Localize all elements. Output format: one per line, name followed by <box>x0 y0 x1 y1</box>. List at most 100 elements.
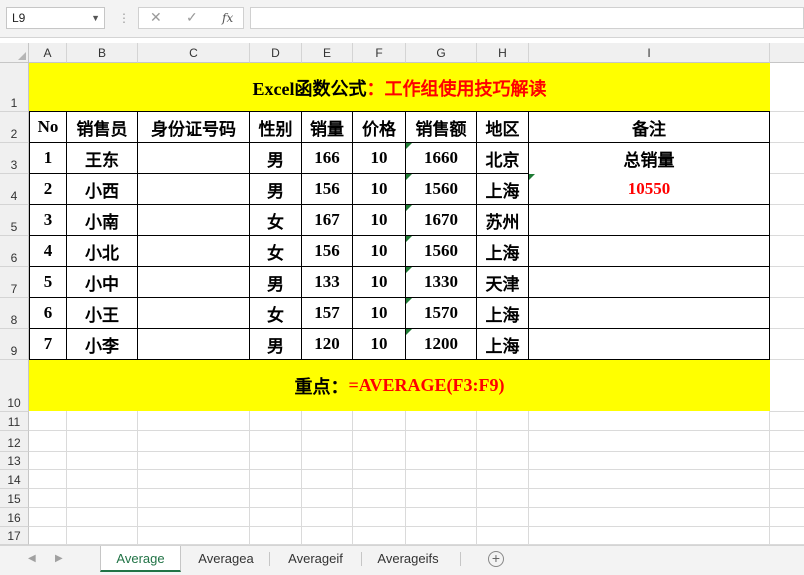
table-cell[interactable]: 156 <box>302 236 352 266</box>
header-region[interactable]: 地区 <box>477 112 528 142</box>
table-cell[interactable]: 157 <box>302 298 352 328</box>
table-cell[interactable]: 10 <box>353 143 405 173</box>
table-cell[interactable]: 上海 <box>477 298 528 328</box>
table-cell[interactable]: 小王 <box>67 298 137 328</box>
table-cell[interactable] <box>138 205 249 235</box>
table-cell[interactable] <box>138 174 249 204</box>
table-cell[interactable]: 10 <box>353 236 405 266</box>
table-cell[interactable]: 1570 <box>406 298 476 328</box>
table-cell[interactable]: 120 <box>302 329 352 359</box>
table-cell[interactable]: 苏州 <box>477 205 528 235</box>
header-remarks[interactable]: 备注 <box>529 112 769 142</box>
header-gender[interactable]: 性别 <box>250 112 301 142</box>
table-cell[interactable]: 男 <box>250 174 301 204</box>
table-cell[interactable]: 10 <box>353 267 405 297</box>
table-cell[interactable]: 6 <box>30 298 66 328</box>
row-header-6[interactable]: 6 <box>0 236 29 267</box>
column-header-f[interactable]: F <box>353 43 406 63</box>
table-cell[interactable] <box>138 236 249 266</box>
scroll-left-icon[interactable]: ◀ <box>28 553 36 564</box>
table-cell[interactable]: 1560 <box>406 174 476 204</box>
row-header-4[interactable]: 4 <box>0 174 29 205</box>
scroll-right-icon[interactable]: ▶ <box>55 553 63 564</box>
footer-note[interactable]: 重点： =AVERAGE(F3:F9) <box>29 360 770 411</box>
column-header-h[interactable]: H <box>477 43 529 63</box>
table-cell[interactable]: 男 <box>250 329 301 359</box>
tab-average[interactable]: Average <box>100 546 181 572</box>
column-header-i[interactable]: I <box>529 43 770 63</box>
table-cell[interactable]: 7 <box>30 329 66 359</box>
tab-averageif[interactable]: Averageif <box>270 546 361 572</box>
row-header-10[interactable]: 10 <box>0 360 29 412</box>
column-header-e[interactable]: E <box>302 43 353 63</box>
tab-averageifs[interactable]: Averageifs <box>362 546 454 572</box>
table-cell[interactable]: 女 <box>250 298 301 328</box>
table-cell[interactable]: 167 <box>302 205 352 235</box>
table-cell[interactable]: 上海 <box>477 174 528 204</box>
page-title[interactable]: Excel函数公式 ：工作组使用技巧解读 <box>29 63 770 112</box>
table-cell[interactable]: 10 <box>353 329 405 359</box>
table-cell[interactable]: 小李 <box>67 329 137 359</box>
row-header-5[interactable]: 5 <box>0 205 29 236</box>
table-cell[interactable] <box>138 143 249 173</box>
table-cell[interactable]: 133 <box>302 267 352 297</box>
table-cell[interactable]: 1670 <box>406 205 476 235</box>
row-header-2[interactable]: 2 <box>0 112 29 143</box>
table-cell[interactable]: 2 <box>30 174 66 204</box>
row-header-11[interactable]: 11 <box>0 412 29 431</box>
table-cell[interactable]: 166 <box>302 143 352 173</box>
table-cell[interactable] <box>138 329 249 359</box>
table-cell[interactable]: 女 <box>250 236 301 266</box>
table-cell[interactable]: 上海 <box>477 236 528 266</box>
table-cell[interactable]: 3 <box>30 205 66 235</box>
row-header-12[interactable]: 12 <box>0 431 29 452</box>
row-header-17[interactable]: 17 <box>0 527 29 545</box>
row-header-3[interactable]: 3 <box>0 143 29 174</box>
table-cell[interactable]: 男 <box>250 267 301 297</box>
row-header-8[interactable]: 8 <box>0 298 29 329</box>
column-header-g[interactable]: G <box>406 43 477 63</box>
table-cell[interactable]: 1330 <box>406 267 476 297</box>
table-cell[interactable]: 1200 <box>406 329 476 359</box>
table-cell[interactable]: 1560 <box>406 236 476 266</box>
column-header-d[interactable]: D <box>250 43 302 63</box>
table-cell[interactable]: 男 <box>250 143 301 173</box>
row-header-7[interactable]: 7 <box>0 267 29 298</box>
row-header-16[interactable]: 16 <box>0 508 29 527</box>
column-header-c[interactable]: C <box>138 43 250 63</box>
row-header-14[interactable]: 14 <box>0 470 29 489</box>
table-cell[interactable]: 女 <box>250 205 301 235</box>
select-all-corner[interactable] <box>0 43 29 63</box>
table-cell[interactable]: 小西 <box>67 174 137 204</box>
note-value[interactable]: 10550 <box>529 174 769 204</box>
header-no[interactable]: No <box>30 112 66 142</box>
table-cell[interactable]: 王东 <box>67 143 137 173</box>
table-cell[interactable]: 天津 <box>477 267 528 297</box>
table-cell[interactable]: 10 <box>353 205 405 235</box>
table-cell[interactable]: 156 <box>302 174 352 204</box>
table-cell[interactable]: 4 <box>30 236 66 266</box>
tab-averagea[interactable]: Averagea <box>183 546 269 572</box>
row-header-13[interactable]: 13 <box>0 452 29 470</box>
table-cell[interactable]: 上海 <box>477 329 528 359</box>
column-header-b[interactable]: B <box>67 43 138 63</box>
add-sheet-icon[interactable]: + <box>488 551 504 567</box>
table-cell[interactable]: 小南 <box>67 205 137 235</box>
table-cell[interactable]: 小中 <box>67 267 137 297</box>
header-amount[interactable]: 销售额 <box>406 112 476 142</box>
row-header-1[interactable]: 1 <box>0 63 29 112</box>
table-cell[interactable]: 小北 <box>67 236 137 266</box>
note-label[interactable]: 总销量 <box>529 143 769 173</box>
table-cell[interactable] <box>138 267 249 297</box>
table-cell[interactable]: 1 <box>30 143 66 173</box>
column-header-a[interactable]: A <box>29 43 67 63</box>
header-salesperson[interactable]: 销售员 <box>67 112 137 142</box>
header-volume[interactable]: 销量 <box>302 112 352 142</box>
header-price[interactable]: 价格 <box>353 112 405 142</box>
table-cell[interactable]: 1660 <box>406 143 476 173</box>
table-cell[interactable]: 北京 <box>477 143 528 173</box>
row-header-15[interactable]: 15 <box>0 489 29 508</box>
header-id-number[interactable]: 身份证号码 <box>138 112 249 142</box>
table-cell[interactable]: 10 <box>353 298 405 328</box>
table-cell[interactable]: 10 <box>353 174 405 204</box>
